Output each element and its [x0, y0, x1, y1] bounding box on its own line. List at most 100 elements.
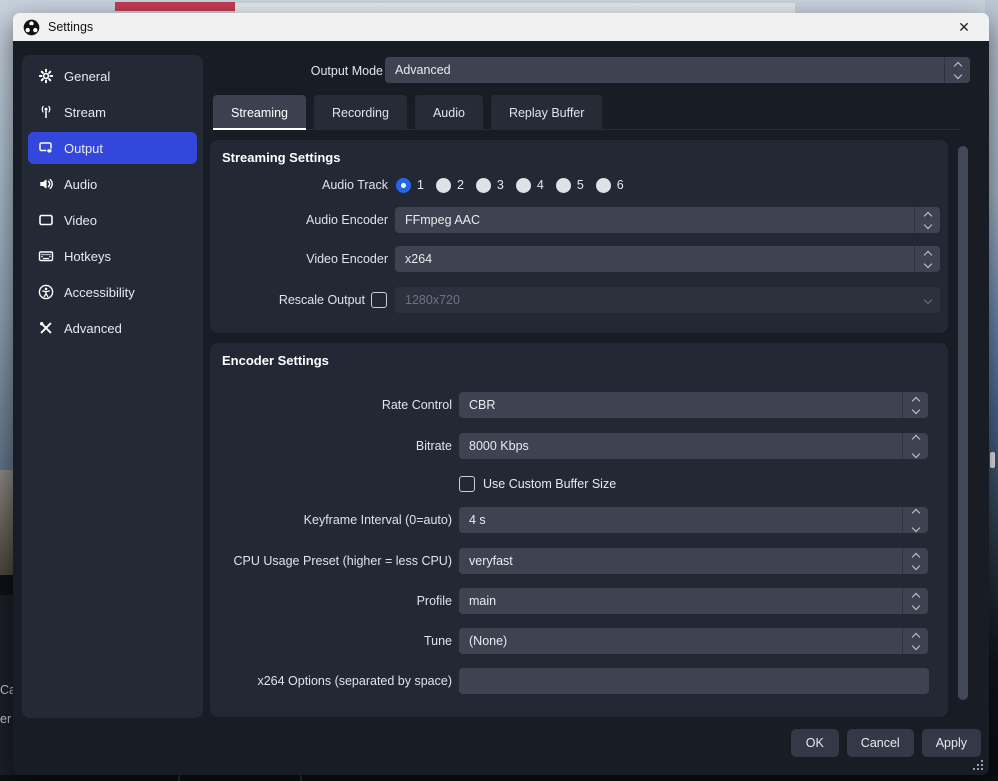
background-photo-fragment [0, 470, 13, 575]
tab-label: Recording [332, 106, 389, 120]
rate-control-row: Rate Control CBR [210, 392, 935, 418]
sidebar-item-hotkeys[interactable]: Hotkeys [28, 240, 197, 272]
accessibility-icon [38, 284, 54, 300]
sidebar-item-label: Audio [64, 177, 97, 192]
streaming-settings-panel: Streaming Settings Audio Track 1 2 3 4 5… [210, 140, 948, 333]
dropdown-spinner[interactable] [902, 628, 928, 654]
keyframe-interval-spinbox[interactable]: 4 s [459, 507, 928, 533]
radio-track-6[interactable]: 6 [596, 178, 624, 193]
sidebar-item-general[interactable]: General [28, 60, 197, 92]
sidebar-item-label: Advanced [64, 321, 122, 336]
cpu-preset-label: CPU Usage Preset (higher = less CPU) [210, 554, 452, 568]
custom-buffer-label: Use Custom Buffer Size [483, 477, 616, 491]
resize-grip[interactable] [972, 759, 983, 770]
close-icon[interactable]: ✕ [949, 15, 979, 39]
sidebar-item-accessibility[interactable]: Accessibility [28, 276, 197, 308]
x264-options-input[interactable] [459, 668, 929, 694]
chevron-up-icon [923, 211, 931, 219]
cpu-preset-row: CPU Usage Preset (higher = less CPU) ver… [210, 548, 935, 574]
vertical-scrollbar-thumb[interactable] [958, 146, 968, 700]
sidebar-item-audio[interactable]: Audio [28, 168, 197, 200]
rescale-resolution-value: 1280x720 [405, 293, 460, 307]
tab-recording[interactable]: Recording [314, 95, 407, 130]
tab-label: Replay Buffer [509, 106, 585, 120]
audio-track-label: Audio Track [210, 178, 388, 192]
sidebar-item-label: Output [64, 141, 103, 156]
chevron-up-icon [911, 508, 919, 516]
rescale-output-checkbox[interactable] [371, 292, 387, 308]
keyframe-interval-row: Keyframe Interval (0=auto) 4 s [210, 507, 935, 533]
background-bottom-strip [0, 775, 998, 781]
sidebar-item-label: Stream [64, 105, 106, 120]
tab-replay-buffer[interactable]: Replay Buffer [491, 95, 603, 130]
sidebar-item-video[interactable]: Video [28, 204, 197, 236]
chevron-up-icon [911, 632, 919, 640]
tune-select[interactable]: (None) [459, 628, 928, 654]
radio-track-4[interactable]: 4 [516, 178, 544, 193]
chevron-down-icon [911, 561, 919, 569]
rate-control-value: CBR [469, 398, 495, 412]
chevron-up-icon [911, 396, 919, 404]
dropdown-spinner[interactable] [902, 588, 928, 614]
dropdown-spinner[interactable] [902, 392, 928, 418]
tune-value: (None) [469, 634, 507, 648]
chevron-up-icon [923, 250, 931, 258]
sidebar-item-output[interactable]: Output [28, 132, 197, 164]
dropdown-spinner [914, 287, 940, 313]
video-encoder-label: Video Encoder [210, 252, 388, 266]
profile-value: main [469, 594, 496, 608]
dropdown-spinner[interactable] [944, 57, 970, 83]
tab-label: Streaming [231, 106, 288, 120]
audio-encoder-select[interactable]: FFmpeg AAC [395, 207, 940, 233]
tab-streaming[interactable]: Streaming [213, 95, 306, 130]
chevron-down-icon [911, 405, 919, 413]
custom-buffer-checkbox[interactable] [459, 476, 475, 492]
sidebar-item-stream[interactable]: Stream [28, 96, 197, 128]
dropdown-spinner[interactable] [902, 548, 928, 574]
bitrate-row: Bitrate 8000 Kbps [210, 433, 935, 459]
section-title: Streaming Settings [222, 150, 340, 165]
ok-button[interactable]: OK [791, 729, 839, 757]
output-mode-select[interactable]: Advanced [385, 57, 970, 83]
tune-row: Tune (None) [210, 628, 935, 654]
number-spinner[interactable] [902, 507, 928, 533]
chevron-up-icon [911, 434, 919, 442]
chevron-down-icon [911, 523, 919, 531]
rescale-resolution-combo[interactable]: 1280x720 [395, 287, 940, 313]
chevron-up-icon [911, 552, 919, 560]
dropdown-spinner[interactable] [914, 207, 940, 233]
chevron-down-icon [911, 601, 919, 609]
audio-track-row: Audio Track 1 2 3 4 5 6 [210, 176, 930, 194]
output-tabs: Streaming Recording Audio Replay Buffer [213, 95, 602, 130]
profile-select[interactable]: main [459, 588, 928, 614]
bitrate-label: Bitrate [210, 439, 452, 453]
background-window-edge-fragment [235, 3, 795, 13]
radio-track-3[interactable]: 3 [476, 178, 504, 193]
chevron-down-icon [953, 70, 961, 78]
radio-track-1[interactable]: 1 [396, 178, 424, 193]
chevron-up-icon [911, 592, 919, 600]
background-tick [300, 775, 302, 781]
sidebar-item-advanced[interactable]: Advanced [28, 312, 197, 344]
sidebar-item-label: Hotkeys [64, 249, 111, 264]
video-encoder-select[interactable]: x264 [395, 246, 940, 272]
chevron-up-icon [953, 61, 961, 69]
radio-track-5[interactable]: 5 [556, 178, 584, 193]
dropdown-spinner[interactable] [914, 246, 940, 272]
radio-icon [476, 178, 491, 193]
radio-label: 3 [497, 178, 504, 192]
sidebar-item-label: Accessibility [64, 285, 135, 300]
apply-button[interactable]: Apply [922, 729, 981, 757]
tab-audio[interactable]: Audio [415, 95, 483, 130]
radio-track-2[interactable]: 2 [436, 178, 464, 193]
bitrate-spinbox[interactable]: 8000 Kbps [459, 433, 928, 459]
output-mode-value: Advanced [395, 63, 451, 77]
cpu-preset-select[interactable]: veryfast [459, 548, 928, 574]
dialog-footer: OK Cancel Apply [791, 729, 981, 757]
radio-icon [556, 178, 571, 193]
rate-control-select[interactable]: CBR [459, 392, 928, 418]
number-spinner[interactable] [902, 433, 928, 459]
rescale-output-row: Rescale Output 1280x720 [210, 287, 940, 313]
cancel-button[interactable]: Cancel [847, 729, 914, 757]
radio-label: 6 [617, 178, 624, 192]
